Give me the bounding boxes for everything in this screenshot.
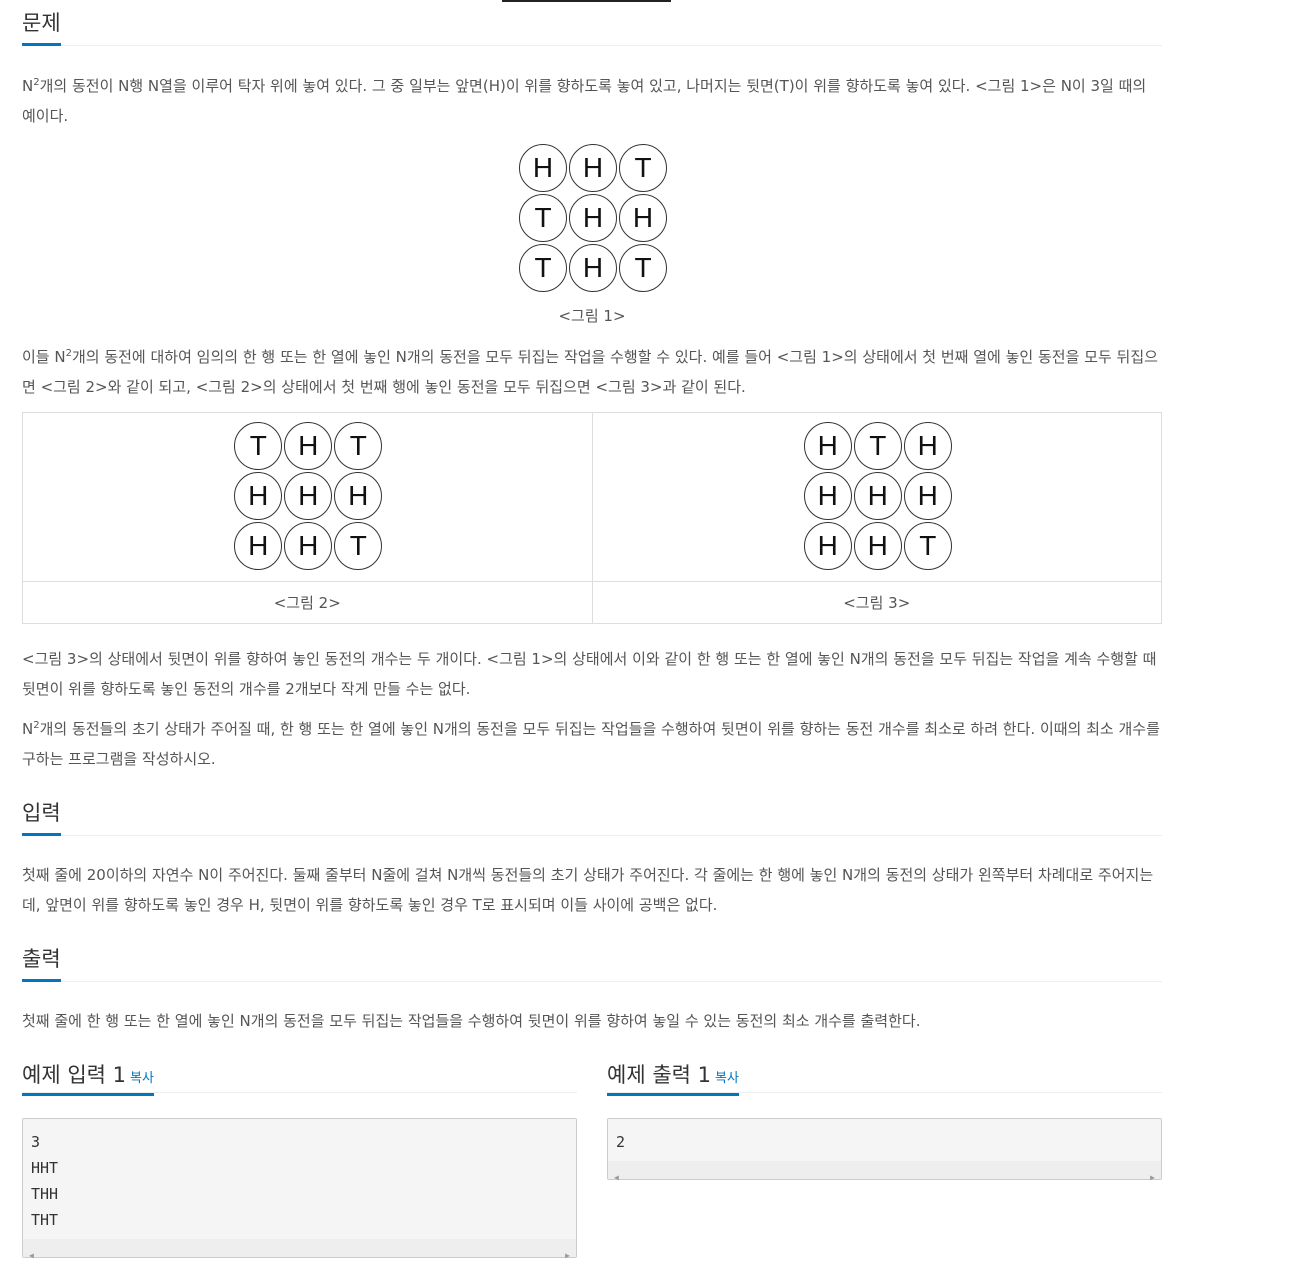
coin: T (519, 194, 567, 242)
coin: T (853, 422, 902, 470)
scroll-left-icon[interactable]: ◀ (614, 1165, 619, 1191)
coin-grid-2: THTHHHHHT (232, 422, 383, 572)
output-title: 출력 (22, 943, 61, 982)
problem-paragraph-2: 이들 N2개의 동전에 대하여 임의의 한 행 또는 한 열에 놓인 N개의 동… (22, 342, 1162, 402)
coin: H (803, 422, 852, 470)
coin: H (334, 472, 383, 520)
coin: H (803, 472, 852, 520)
p2-post: 개의 동전에 대하여 임의의 한 행 또는 한 열에 놓인 N개의 동전을 모두… (22, 348, 1158, 396)
coin: H (569, 244, 617, 292)
coin: T (234, 422, 283, 470)
coin: H (519, 144, 567, 192)
coin: T (519, 244, 567, 292)
sample-output-title: 예제 출력 1 복사 (607, 1059, 739, 1096)
scroll-left-icon[interactable]: ◀ (29, 1243, 34, 1269)
scroll-right-icon[interactable]: ▶ (565, 1243, 570, 1269)
sample-output-header: 예제 출력 1 복사 (607, 1058, 1162, 1096)
coin: T (619, 144, 667, 192)
p2-pre: 이들 N (22, 348, 66, 366)
coin-row: HHH (232, 472, 383, 522)
figure-2-caption: <그림 2> (22, 581, 593, 624)
sample-output-title-text: 예제 출력 1 (607, 1063, 711, 1087)
sample-input-box[interactable]: 3 HHT THH THT ◀ ▶ (22, 1118, 577, 1260)
copy-sample-output-link[interactable]: 복사 (715, 1071, 739, 1086)
input-section-header: 입력 (22, 796, 1162, 836)
figure-1-caption: <그림 1> (558, 307, 626, 325)
problem-paragraph-4: N2개의 동전들의 초기 상태가 주어질 때, 한 행 또는 한 열에 놓인 N… (22, 714, 1162, 774)
coin: H (284, 522, 333, 570)
copy-sample-input-link[interactable]: 복사 (130, 1071, 154, 1086)
figure-3-caption: <그림 3> (591, 581, 1162, 624)
sample-input-title-text: 예제 입력 1 (22, 1063, 126, 1087)
coin: H (284, 422, 333, 470)
coin: H (903, 422, 952, 470)
horizontal-scrollbar[interactable]: ◀ ▶ (23, 1239, 576, 1260)
coin: H (234, 522, 283, 570)
coin: H (803, 522, 852, 570)
scroll-right-icon[interactable]: ▶ (1150, 1165, 1155, 1191)
coin-row: HHT (802, 522, 952, 572)
coin: H (619, 194, 667, 242)
coin: T (334, 522, 383, 570)
coin: H (569, 144, 617, 192)
input-title: 입력 (22, 797, 61, 836)
coin: T (903, 522, 952, 570)
problem-section-header: 문제 (22, 6, 1162, 46)
sample-input-title: 예제 입력 1 복사 (22, 1059, 154, 1096)
samples: 예제 입력 1 복사 3 HHT THH THT ◀ ▶ 예제 출력 1 복사 2 ◀… (22, 1058, 1162, 1260)
sample-output-content: 2 (616, 1133, 626, 1151)
output-section-header: 출력 (22, 942, 1162, 982)
problem-paragraph-1: N2개의 동전이 N행 N열을 이루어 탁자 위에 놓여 있다. 그 중 일부는… (22, 71, 1162, 131)
p1-post: 개의 동전이 N행 N열을 이루어 탁자 위에 놓여 있다. 그 중 일부는 앞… (22, 77, 1147, 125)
coin-grid-1: HHTTHHTHT (517, 144, 667, 294)
figure-1: HHTTHHTHT <그림 1> (22, 144, 1162, 326)
coin-row: HTH (802, 422, 952, 472)
coin: H (284, 472, 333, 520)
sample-input-header: 예제 입력 1 복사 (22, 1058, 577, 1096)
coin-row: HHT (517, 144, 667, 194)
coin-row: HHH (802, 472, 952, 522)
sample-output-box[interactable]: 2 ◀ ▶ (607, 1118, 1162, 1182)
p4-pre: N (22, 720, 34, 738)
coin: H (903, 472, 952, 520)
coin-row: THH (517, 194, 667, 244)
sample-input: 예제 입력 1 복사 3 HHT THH THT ◀ ▶ (22, 1058, 577, 1260)
sample-input-content: 3 HHT THH THT (31, 1133, 59, 1229)
coin: T (334, 422, 383, 470)
horizontal-scrollbar[interactable]: ◀ ▶ (608, 1161, 1161, 1182)
coin: H (569, 194, 617, 242)
coin: H (853, 472, 902, 520)
coin: H (234, 472, 283, 520)
coin: T (619, 244, 667, 292)
problem-body: 문제 N2개의 동전이 N행 N열을 이루어 탁자 위에 놓여 있다. 그 중 … (22, 0, 1162, 1260)
coin-row: THT (517, 244, 667, 294)
figure-2-cell: THTHHHHHT (22, 412, 593, 582)
p4-post: 개의 동전들의 초기 상태가 주어질 때, 한 행 또는 한 열에 놓인 N개의… (22, 720, 1160, 768)
output-description: 첫째 줄에 한 행 또는 한 열에 놓인 N개의 동전을 모두 뒤집는 작업들을… (22, 1012, 921, 1030)
figure-table: THTHHHHHT HTHHHHHHT <그림 2> <그림 3> (22, 412, 1162, 624)
problem-paragraph-3: <그림 3>의 상태에서 뒷면이 위를 향하여 놓인 동전의 개수는 두 개이다… (22, 650, 1157, 698)
figure-3-cell: HTHHHHHHT (591, 412, 1162, 582)
p1-pre: N (22, 77, 34, 95)
coin-grid-3: HTHHHHHHT (802, 422, 952, 572)
input-description: 첫째 줄에 20이하의 자연수 N이 주어진다. 둘째 줄부터 N줄에 걸쳐 N… (22, 866, 1154, 914)
coin: H (853, 522, 902, 570)
sample-output: 예제 출력 1 복사 2 ◀ ▶ (607, 1058, 1162, 1258)
coin-row: HHT (232, 522, 383, 572)
problem-title: 문제 (22, 7, 61, 46)
coin-row: THT (232, 422, 383, 472)
